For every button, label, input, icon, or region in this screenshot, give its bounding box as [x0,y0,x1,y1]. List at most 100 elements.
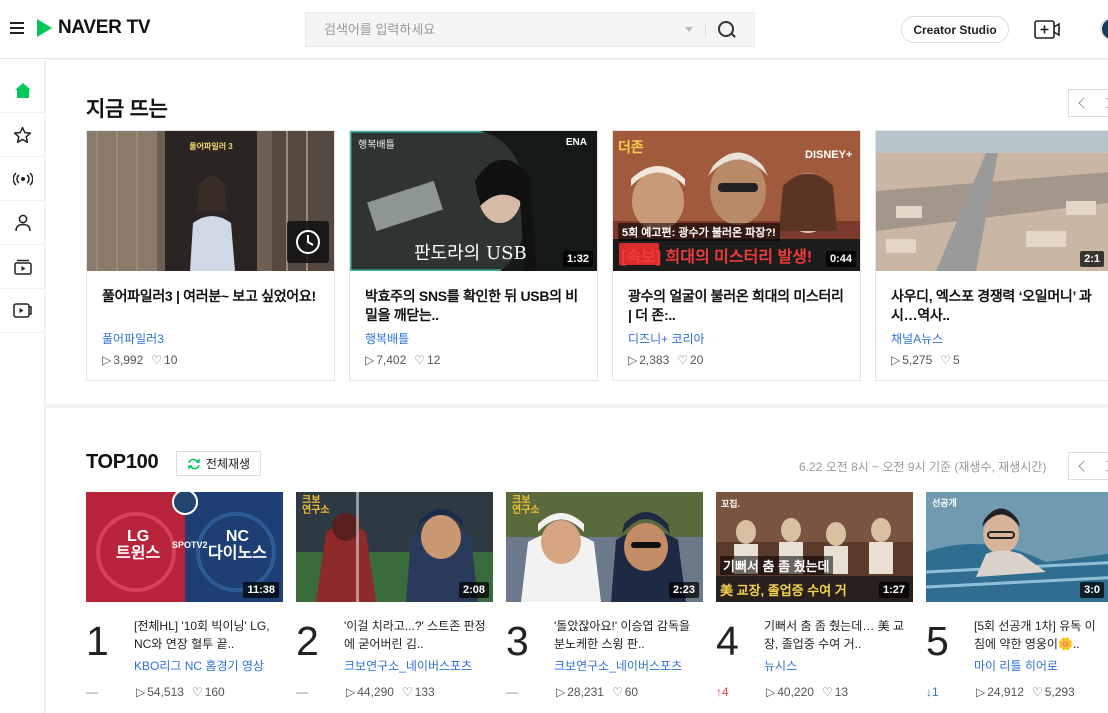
show-logo: 크보 연구소 [302,495,330,516]
video-duration: 0:44 [825,251,856,267]
avatar[interactable] [1100,17,1108,41]
video-title[interactable]: 풀어파일러3 | 여러분~ 보고 싶었어요! [102,287,322,306]
play-count-icon: ▷ [766,685,776,699]
video-title[interactable]: 사우디, 엑스포 경쟁력 ‘오일머니’ 과시…역사.. [891,287,1108,325]
channel-link[interactable]: 크보연구소_네이버스포츠 [344,657,472,674]
rank-number: 5 [926,618,949,664]
upload-video-icon[interactable] [1034,18,1060,40]
view-count: 24,912 [987,685,1024,699]
video-thumbnail[interactable]: 크보 연구소 2:23 [506,492,703,602]
play-count-icon: ▷ [365,353,375,367]
video-title[interactable]: [5회 선공개 1차] 유독 이 침에 약한 영웅이🌼.. [974,617,1108,653]
video-title[interactable]: '이걸 치라고...?' 스트존 판정에 굳어버린 김.. [344,617,491,653]
play-count-icon: ▷ [136,685,146,699]
rank-number: 4 [716,618,739,664]
video-card[interactable]: 2:1 사우디, 엑스포 경쟁력 ‘오일머니’ 과시…역사.. 채널A뉴스 ▷ 5… [875,130,1108,381]
video-duration: 11:38 [243,582,279,598]
video-duration: 3:0 [1080,582,1104,598]
sidebar-item-live[interactable] [0,157,45,201]
trending-section: 지금 뜨는 풀어파일러 3 풀어파일러3 | 여러분~ 보고 싶었어요! 풀어파… [46,60,1108,404]
video-duration: 2:23 [668,582,699,598]
thumbnail-caption: 풀어파일러 3 [189,142,233,151]
creator-studio-button[interactable]: Creator Studio [901,16,1009,43]
like-count: 160 [204,685,225,699]
channel-link[interactable]: 풀어파일러3 [102,330,164,347]
play-logo-icon [37,19,52,37]
naver-tv-logo[interactable]: NAVER TV [37,17,151,39]
thumbnail-caption: 판도라의 USB [414,243,527,264]
prev-button[interactable] [1068,89,1096,117]
sidebar-item-my[interactable] [0,201,45,245]
view-count: 2,383 [639,353,670,367]
video-card[interactable]: 더존 DISNEY+ 5회 예고편: 광수가 불러온 파장?! [속보] 희대의… [612,130,861,381]
like-count: 10 [164,353,178,367]
video-card[interactable]: 풀어파일러 3 풀어파일러3 | 여러분~ 보고 싶었어요! 풀어파일러3 ▷ 3… [86,130,335,381]
video-thumbnail[interactable]: 더존 DISNEY+ 5회 예고편: 광수가 불러온 파장?! [속보] 희대의… [613,131,860,271]
like-count: 5 [953,353,960,367]
ranking-item[interactable]: 크보 연구소 2:23 3 '돌았잖아요!' 이승엽 감독을 분노케한 스윙 판.… [506,492,703,713]
video-title[interactable]: '돌았잖아요!' 이승엽 감독을 분노케한 스윙 판.. [554,617,701,653]
video-title[interactable]: [전체HL] '10회 빅이닝' LG, NC와 연장 혈투 끝.. [134,617,281,653]
playlist-icon [13,259,32,275]
video-title[interactable]: 기뻐서 춤 좀 췄는데… 美 교장, 졸업중 수여 거.. [764,617,911,653]
thumbnail-watermark: 행복배틀 [358,140,395,151]
show-logo: 더존 [618,139,644,155]
show-logo: 꼬집. [721,499,741,509]
video-thumbnail[interactable]: 꼬집. 기뻐서 춤 좀 췄는데 美 교장, 졸업증 수여 거 1:27 [716,492,913,602]
video-thumbnail[interactable]: 풀어파일러 3 [87,131,334,271]
next-button[interactable] [1095,452,1108,480]
channel-link[interactable]: 뉴시스 [764,657,797,674]
prev-button[interactable] [1068,452,1096,480]
thumbnail-caption-top: 기뻐서 춤 좀 췄는데 [720,556,833,575]
channel-link[interactable]: 디즈니+ 코리아 [628,330,705,347]
heart-icon: ♡ [940,353,952,367]
star-icon [13,126,32,143]
heart-icon: ♡ [401,685,413,699]
video-stats: ▷ 5,275 ♡ 5 [891,353,960,367]
rank-number: 1 [86,618,109,664]
like-count: 133 [414,685,435,699]
channel-link[interactable]: KBO리그 NC 홈경기 영상 [134,657,264,674]
video-title[interactable]: 박효주의 SNS를 확인한 뒤 USB의 비밀을 깨닫는.. [365,287,585,325]
show-logo: 선공개 [932,498,957,508]
ranking-item[interactable]: 크보 연구소 2:08 2 '이걸 치라고...?' 스트존 판정에 굳어버린 김… [296,492,493,713]
like-count: 13 [834,685,849,699]
video-thumbnail[interactable]: 크보 연구소 2:08 [296,492,493,602]
channel-link[interactable]: 채널A뉴스 [891,330,943,347]
ranking-item[interactable]: 꼬집. 기뻐서 춤 좀 췄는데 美 교장, 졸업증 수여 거 1:27 4 기뻐… [716,492,913,713]
sidebar-item-clip[interactable] [0,289,45,333]
search-input[interactable] [306,22,681,37]
view-count: 5,275 [902,353,933,367]
like-count: 5,293 [1044,685,1075,699]
channel-link[interactable]: 크보연구소_네이버스포츠 [554,657,682,674]
ranking-item[interactable]: 선공개 3:0 5 [5회 선공개 1차] 유독 이 침에 약한 영웅이🌼.. … [926,492,1108,713]
video-stats: ▷ 40,220 ♡ 13 [766,685,848,699]
video-title[interactable]: 광수의 얼굴이 불러온 희대의 미스터리 | 더 존:.. [628,287,848,325]
heart-icon: ♡ [191,685,203,699]
video-thumbnail[interactable]: 행복배틀 ENA 판도라의 USB 1:32 [350,131,597,271]
sidebar-item-home[interactable] [0,69,45,113]
sidebar [0,59,45,713]
sidebar-item-playlist[interactable] [0,245,45,289]
video-duration: 1:27 [878,582,909,598]
play-all-button[interactable]: 전체재생 [176,451,261,476]
next-button[interactable] [1095,89,1108,117]
heart-icon: ♡ [151,353,163,367]
channel-link[interactable]: 행복배틀 [365,330,409,347]
video-thumbnail[interactable]: 선공개 3:0 [926,492,1108,602]
channel-logo: ENA [565,137,587,148]
search-icon[interactable] [718,20,736,39]
video-duration: 2:1 [1080,251,1104,267]
sidebar-item-favorites[interactable] [0,113,45,157]
menu-icon[interactable] [10,22,24,34]
search-bar [305,12,755,47]
view-count: 3,992 [113,353,144,367]
channel-link[interactable]: 마이 리틀 히어로 [974,657,1058,674]
rank-change-up: ↑4 [716,685,729,699]
video-thumbnail[interactable]: 2:1 [876,131,1108,271]
chevron-down-icon[interactable] [685,27,693,32]
video-card[interactable]: 행복배틀 ENA 판도라의 USB 1:32 박효주의 SNS를 확인한 뒤 U… [349,130,598,381]
video-stats: ▷ 54,513 ♡ 160 [136,685,225,699]
video-thumbnail[interactable]: LG 트윈스 NC 다이노스 SPOTV2 11:38 [86,492,283,602]
ranking-item[interactable]: LG 트윈스 NC 다이노스 SPOTV2 11:38 1 [전체HL] '10회 … [86,492,283,713]
